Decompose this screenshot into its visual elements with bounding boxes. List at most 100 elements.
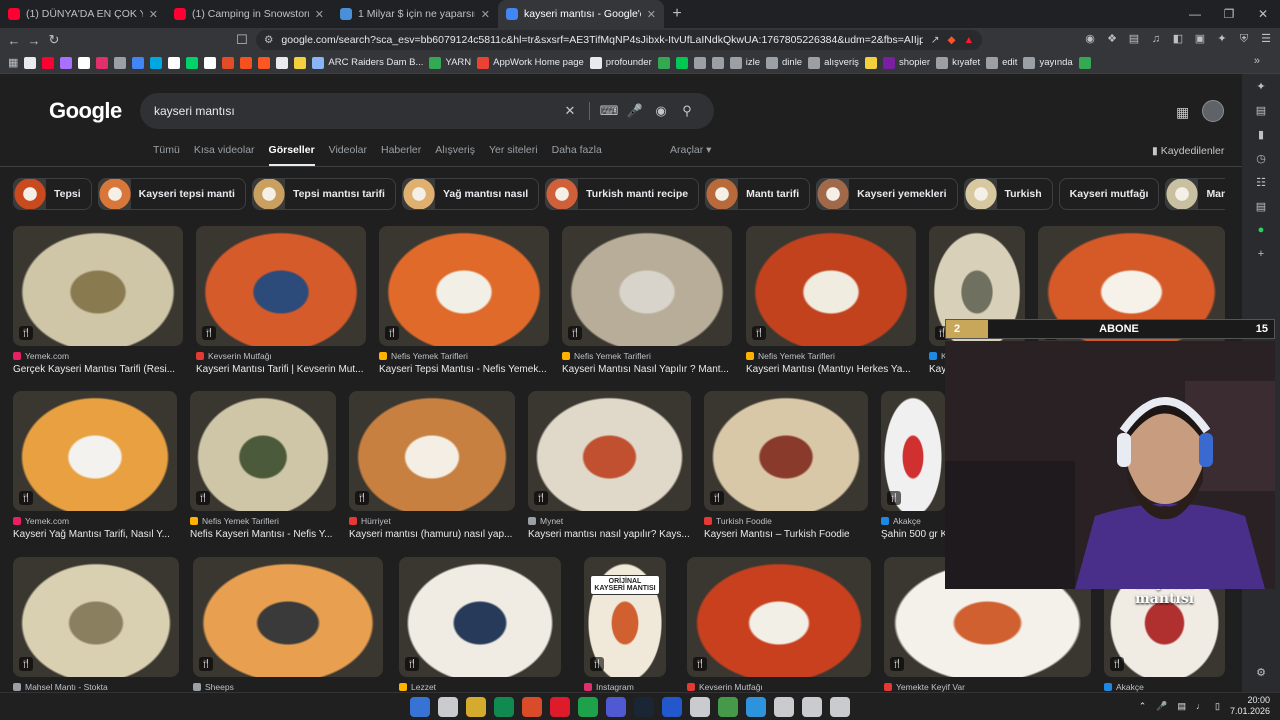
search-tab[interactable]: Tümü bbox=[153, 144, 180, 167]
related-chip[interactable]: Mantı tarifi bbox=[705, 178, 811, 210]
related-chip[interactable]: Tepsi bbox=[13, 178, 92, 210]
browser-tab[interactable]: 1 Milyar $ için ne yaparsın? - Tier List… bbox=[332, 0, 498, 28]
result-source[interactable]: Yemekte Keyif Var bbox=[884, 682, 1091, 692]
tab-search-icon[interactable]: ▤ bbox=[1126, 30, 1142, 48]
tab-list-icon[interactable]: ▤ bbox=[1253, 200, 1269, 216]
search-tab[interactable]: Alışveriş bbox=[435, 144, 475, 167]
result-caption[interactable]: Kayseri Tepsi Mantısı - Nefis Yemek... bbox=[379, 364, 549, 375]
taskbar-app-icon[interactable] bbox=[746, 697, 766, 717]
taskbar-app-icon[interactable] bbox=[830, 697, 850, 717]
avatar[interactable] bbox=[1202, 100, 1224, 122]
bookmark-item[interactable] bbox=[258, 56, 271, 69]
leo-ai-icon[interactable]: ✦ bbox=[1253, 80, 1269, 96]
result-source[interactable]: Mynet bbox=[528, 516, 691, 526]
result-image[interactable]: 🍴 bbox=[190, 391, 336, 511]
image-result[interactable]: 🍴 Yemek.com Kayseri Yağ Mantısı Tarifi, Na… bbox=[13, 391, 177, 540]
bookmark-item[interactable]: edit bbox=[986, 56, 1017, 69]
image-result[interactable]: 🍴 Akakçe Şahin 500 gr K bbox=[881, 391, 945, 540]
back-icon[interactable]: ← bbox=[4, 33, 24, 48]
vpn-icon[interactable]: ◉ bbox=[1082, 30, 1098, 48]
bookmark-item[interactable] bbox=[657, 56, 670, 69]
sidebar-toggle-icon[interactable]: ◧ bbox=[1170, 30, 1186, 48]
shield-icon[interactable]: ⛨ bbox=[1236, 30, 1252, 48]
result-image[interactable]: 🍴 bbox=[196, 226, 366, 346]
bookmark-item[interactable] bbox=[693, 56, 706, 69]
bookmark-item[interactable]: AppWork Home page bbox=[477, 56, 584, 69]
result-source[interactable]: Mahsel Mantı - Stokta bbox=[13, 682, 179, 692]
site-info-icon[interactable]: ⚙ bbox=[264, 34, 273, 46]
search-input[interactable]: kayseri mantısı bbox=[154, 104, 557, 118]
bookmark-item[interactable] bbox=[276, 56, 289, 69]
tab-close-icon[interactable]: ✕ bbox=[315, 8, 324, 21]
result-source[interactable]: Yemek.com bbox=[13, 516, 177, 526]
bookmark-item[interactable]: dinle bbox=[766, 56, 802, 69]
bookmark-item[interactable] bbox=[24, 56, 37, 69]
maximize-icon[interactable]: ❐ bbox=[1212, 0, 1246, 28]
search-icon[interactable]: ⚲ bbox=[674, 103, 700, 119]
bookmark-item[interactable] bbox=[711, 56, 724, 69]
result-caption[interactable]: Kayseri Mantısı Tarifi | Kevserin Mut... bbox=[196, 364, 366, 375]
bookmark-item[interactable] bbox=[675, 56, 688, 69]
related-chip[interactable]: Kayseri mutfağı bbox=[1058, 178, 1160, 210]
taskbar-app-icon[interactable] bbox=[410, 697, 430, 717]
image-result[interactable]: 🍴 Nefis Yemek Tarifleri Nefis Kayseri Mant… bbox=[190, 391, 336, 540]
bookmark-item[interactable]: yayında bbox=[1023, 56, 1073, 69]
google-logo[interactable]: Google bbox=[49, 98, 122, 124]
image-result[interactable]: 🍴 Mahsel Mantı - Stokta bbox=[13, 557, 179, 692]
bookmark-item[interactable] bbox=[294, 56, 307, 69]
result-caption[interactable]: Nefis Kayseri Mantısı - Nefis Y... bbox=[190, 529, 336, 540]
result-image[interactable]: 🍴 bbox=[746, 226, 916, 346]
result-source[interactable]: Akakçe bbox=[881, 516, 945, 526]
tab-close-icon[interactable]: ✕ bbox=[647, 8, 656, 21]
clock[interactable]: 20:00 7.01.2026 bbox=[1230, 695, 1270, 717]
result-caption[interactable]: Kayseri Mantısı – Turkish Foodie bbox=[704, 529, 868, 540]
microphone-icon[interactable]: 🎤 bbox=[622, 103, 648, 119]
result-image[interactable]: 🍴 bbox=[379, 226, 549, 346]
related-chip[interactable]: Mantı hamuru bbox=[1165, 178, 1225, 210]
related-chip[interactable]: Tepsi mantısı tarifi bbox=[251, 178, 396, 210]
taskbar-app-icon[interactable] bbox=[522, 697, 542, 717]
forward-icon[interactable]: → bbox=[24, 33, 44, 48]
minimize-icon[interactable]: — bbox=[1178, 0, 1212, 28]
tab-close-icon[interactable]: ✕ bbox=[481, 8, 490, 21]
close-window-icon[interactable]: ✕ bbox=[1246, 0, 1280, 28]
bookmark-item[interactable]: izle bbox=[729, 56, 760, 69]
result-source[interactable]: Instagram bbox=[584, 682, 666, 692]
bookmark-item[interactable] bbox=[96, 56, 109, 69]
search-tab[interactable]: Kısa videolar bbox=[194, 144, 255, 167]
browser-tab[interactable]: kayseri mantısı - Google'da Ara ✕ bbox=[498, 0, 664, 28]
bookmark-item[interactable] bbox=[240, 56, 253, 69]
new-tab-button[interactable]: + bbox=[664, 5, 690, 23]
image-result[interactable]: 🍴 Lezzet bbox=[399, 557, 561, 692]
result-image[interactable]: 🍴 bbox=[562, 226, 732, 346]
result-caption[interactable]: Şahin 500 gr K bbox=[881, 529, 945, 540]
sidebar-settings-icon[interactable]: ⚙ bbox=[1253, 666, 1269, 682]
taskbar-app-icon[interactable] bbox=[662, 697, 682, 717]
image-result[interactable]: 🍴 Nefis Yemek Tarifleri Kayseri Mantısı (M… bbox=[746, 226, 916, 375]
taskbar-app-icon[interactable] bbox=[690, 697, 710, 717]
result-image[interactable]: 🍴 bbox=[704, 391, 868, 511]
volume-icon[interactable]: ♩ bbox=[1196, 701, 1205, 711]
bookmark-item[interactable] bbox=[186, 56, 199, 69]
apps-grid-icon[interactable]: ▦ bbox=[8, 56, 18, 69]
image-result[interactable]: 🍴 Kevserin Mutfağı bbox=[687, 557, 871, 692]
reading-list-icon[interactable]: ▤ bbox=[1253, 104, 1269, 120]
result-image[interactable]: 🍴 bbox=[13, 226, 183, 346]
bookmark-item[interactable]: kıyafet bbox=[936, 56, 980, 69]
share-icon[interactable]: ↗ bbox=[931, 34, 940, 46]
browser-tab[interactable]: (1) Camping in Snowstorm With No T ✕ bbox=[166, 0, 332, 28]
result-caption[interactable]: Kayseri mantısı (hamuru) nasıl yap... bbox=[349, 529, 515, 540]
bookmark-item[interactable] bbox=[222, 56, 235, 69]
taskbar-app-icon[interactable] bbox=[494, 697, 514, 717]
result-source[interactable]: Hürriyet bbox=[349, 516, 515, 526]
clear-icon[interactable]: ✕ bbox=[557, 103, 583, 119]
search-box[interactable]: kayseri mantısı ✕ ⌨ 🎤 ◉ ⚲ bbox=[140, 93, 714, 129]
url-bar[interactable]: ⚙ google.com/search?sca_esv=bb6079124c58… bbox=[256, 30, 982, 50]
wallet-icon[interactable]: ▣ bbox=[1192, 30, 1208, 48]
taskbar-app-icon[interactable] bbox=[634, 697, 654, 717]
taskbar-app-icon[interactable] bbox=[578, 697, 598, 717]
search-tab[interactable]: Haberler bbox=[381, 144, 421, 167]
result-caption[interactable]: Kayseri Mantısı (Mantıyı Herkes Ya... bbox=[746, 364, 916, 375]
image-result[interactable]: 🍴 ORİJİNAL KAYSERİ MANTISI Instagram bbox=[584, 557, 666, 692]
result-image[interactable]: 🍴 bbox=[528, 391, 691, 511]
